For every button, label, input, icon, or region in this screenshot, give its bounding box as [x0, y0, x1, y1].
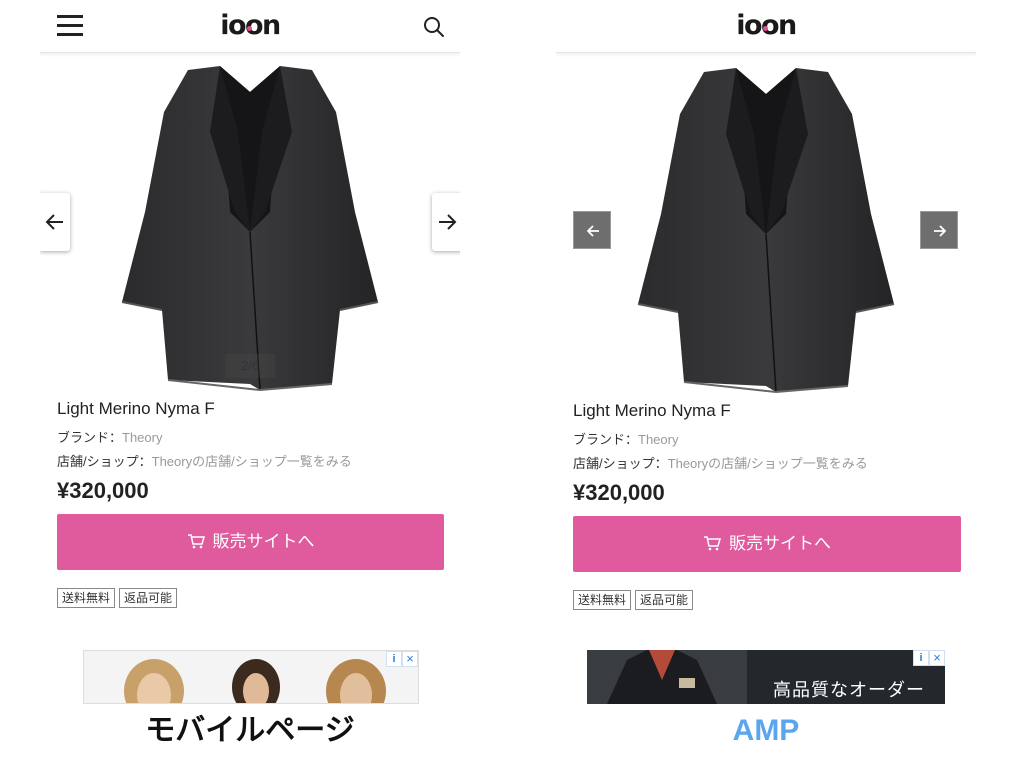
arrow-left-icon — [586, 225, 599, 237]
badge-returnable: 返品可能 — [635, 590, 694, 610]
cart-icon — [187, 534, 205, 549]
shop-label: 店舗/ショップ： — [57, 454, 152, 469]
ad-info-icon[interactable]: i — [913, 650, 929, 666]
brand-row: ブランド：Theory — [57, 426, 445, 450]
header: ioon — [556, 0, 976, 53]
shop-row: 店舗/ショップ：Theoryの店舗/ショップ一覧をみる — [57, 450, 445, 474]
shop-row: 店舗/ショップ：Theoryの店舗/ショップ一覧をみる — [573, 452, 961, 476]
product-title: Light Merino Nyma F — [573, 401, 731, 420]
brand-link[interactable]: Theory — [638, 432, 678, 447]
ad-close-icon[interactable]: × — [402, 651, 418, 667]
product-title: Light Merino Nyma F — [57, 399, 215, 418]
brand-row: ブランド：Theory — [573, 428, 961, 452]
badge-returnable: 返品可能 — [119, 588, 178, 608]
product-price: ¥320,000 — [573, 480, 665, 505]
badge-free-shipping: 送料無料 — [57, 588, 116, 608]
arrow-left-icon — [45, 214, 63, 230]
mobile-page-panel: ioon 2/6 Light Merino Nyma F ブランド：Theory — [40, 0, 460, 704]
arrow-right-icon — [934, 225, 947, 237]
brand-link[interactable]: Theory — [122, 430, 162, 445]
ad-choices: i × — [913, 650, 945, 666]
product-price: ¥320,000 — [57, 478, 149, 503]
carousel-prev-button[interactable] — [40, 193, 70, 251]
product-image-coat — [637, 68, 895, 394]
brand-label: ブランド： — [57, 430, 123, 445]
caption-amp: AMP — [732, 714, 800, 747]
buy-button[interactable]: 販売サイトへ — [573, 516, 961, 572]
carousel-next-button[interactable] — [920, 211, 958, 249]
product-info: Light Merino Nyma F ブランド：Theory 店舗/ショップ：… — [573, 400, 961, 611]
ad-choices: i × — [386, 651, 418, 667]
search-icon[interactable] — [422, 15, 446, 39]
ad-text: 高品質なオーダー — [773, 680, 925, 700]
buy-button[interactable]: 販売サイトへ — [57, 514, 444, 570]
carousel-prev-button[interactable] — [573, 211, 611, 249]
logo-dot — [247, 26, 252, 31]
cart-icon — [704, 536, 721, 551]
ad-info-icon[interactable]: i — [386, 651, 402, 667]
shop-link[interactable]: Theoryの店舗/ショップ一覧をみる — [668, 456, 868, 471]
ad-banner[interactable]: 高品質なオーダー i × — [587, 650, 945, 704]
ad-image-models — [84, 651, 418, 703]
shop-label: 店舗/ショップ： — [573, 456, 668, 471]
caption-mobile-page: モバイルページ — [145, 714, 355, 747]
badges: 送料無料 返品可能 — [57, 587, 445, 609]
brand-label: ブランド： — [573, 432, 639, 447]
buy-button-label: 販売サイトへ — [729, 534, 831, 553]
header: ioon — [40, 0, 460, 53]
badge-free-shipping: 送料無料 — [573, 590, 632, 610]
carousel-counter: 2/6 — [225, 354, 275, 378]
product-info: Light Merino Nyma F ブランド：Theory 店舗/ショップ：… — [57, 398, 445, 609]
amp-page-panel: ioon Light Merino Nyma F ブランド：Theory 店舗/… — [556, 0, 976, 704]
carousel-next-button[interactable] — [432, 193, 460, 251]
logo-dot — [763, 26, 768, 31]
buy-button-label: 販売サイトへ — [212, 532, 315, 551]
badges: 送料無料 返品可能 — [573, 589, 961, 611]
ad-banner[interactable]: i × — [83, 650, 419, 704]
arrow-right-icon — [439, 214, 457, 230]
ad-close-icon[interactable]: × — [929, 650, 945, 666]
product-image-coat — [121, 66, 379, 392]
shop-link[interactable]: Theoryの店舗/ショップ一覧をみる — [152, 454, 352, 469]
